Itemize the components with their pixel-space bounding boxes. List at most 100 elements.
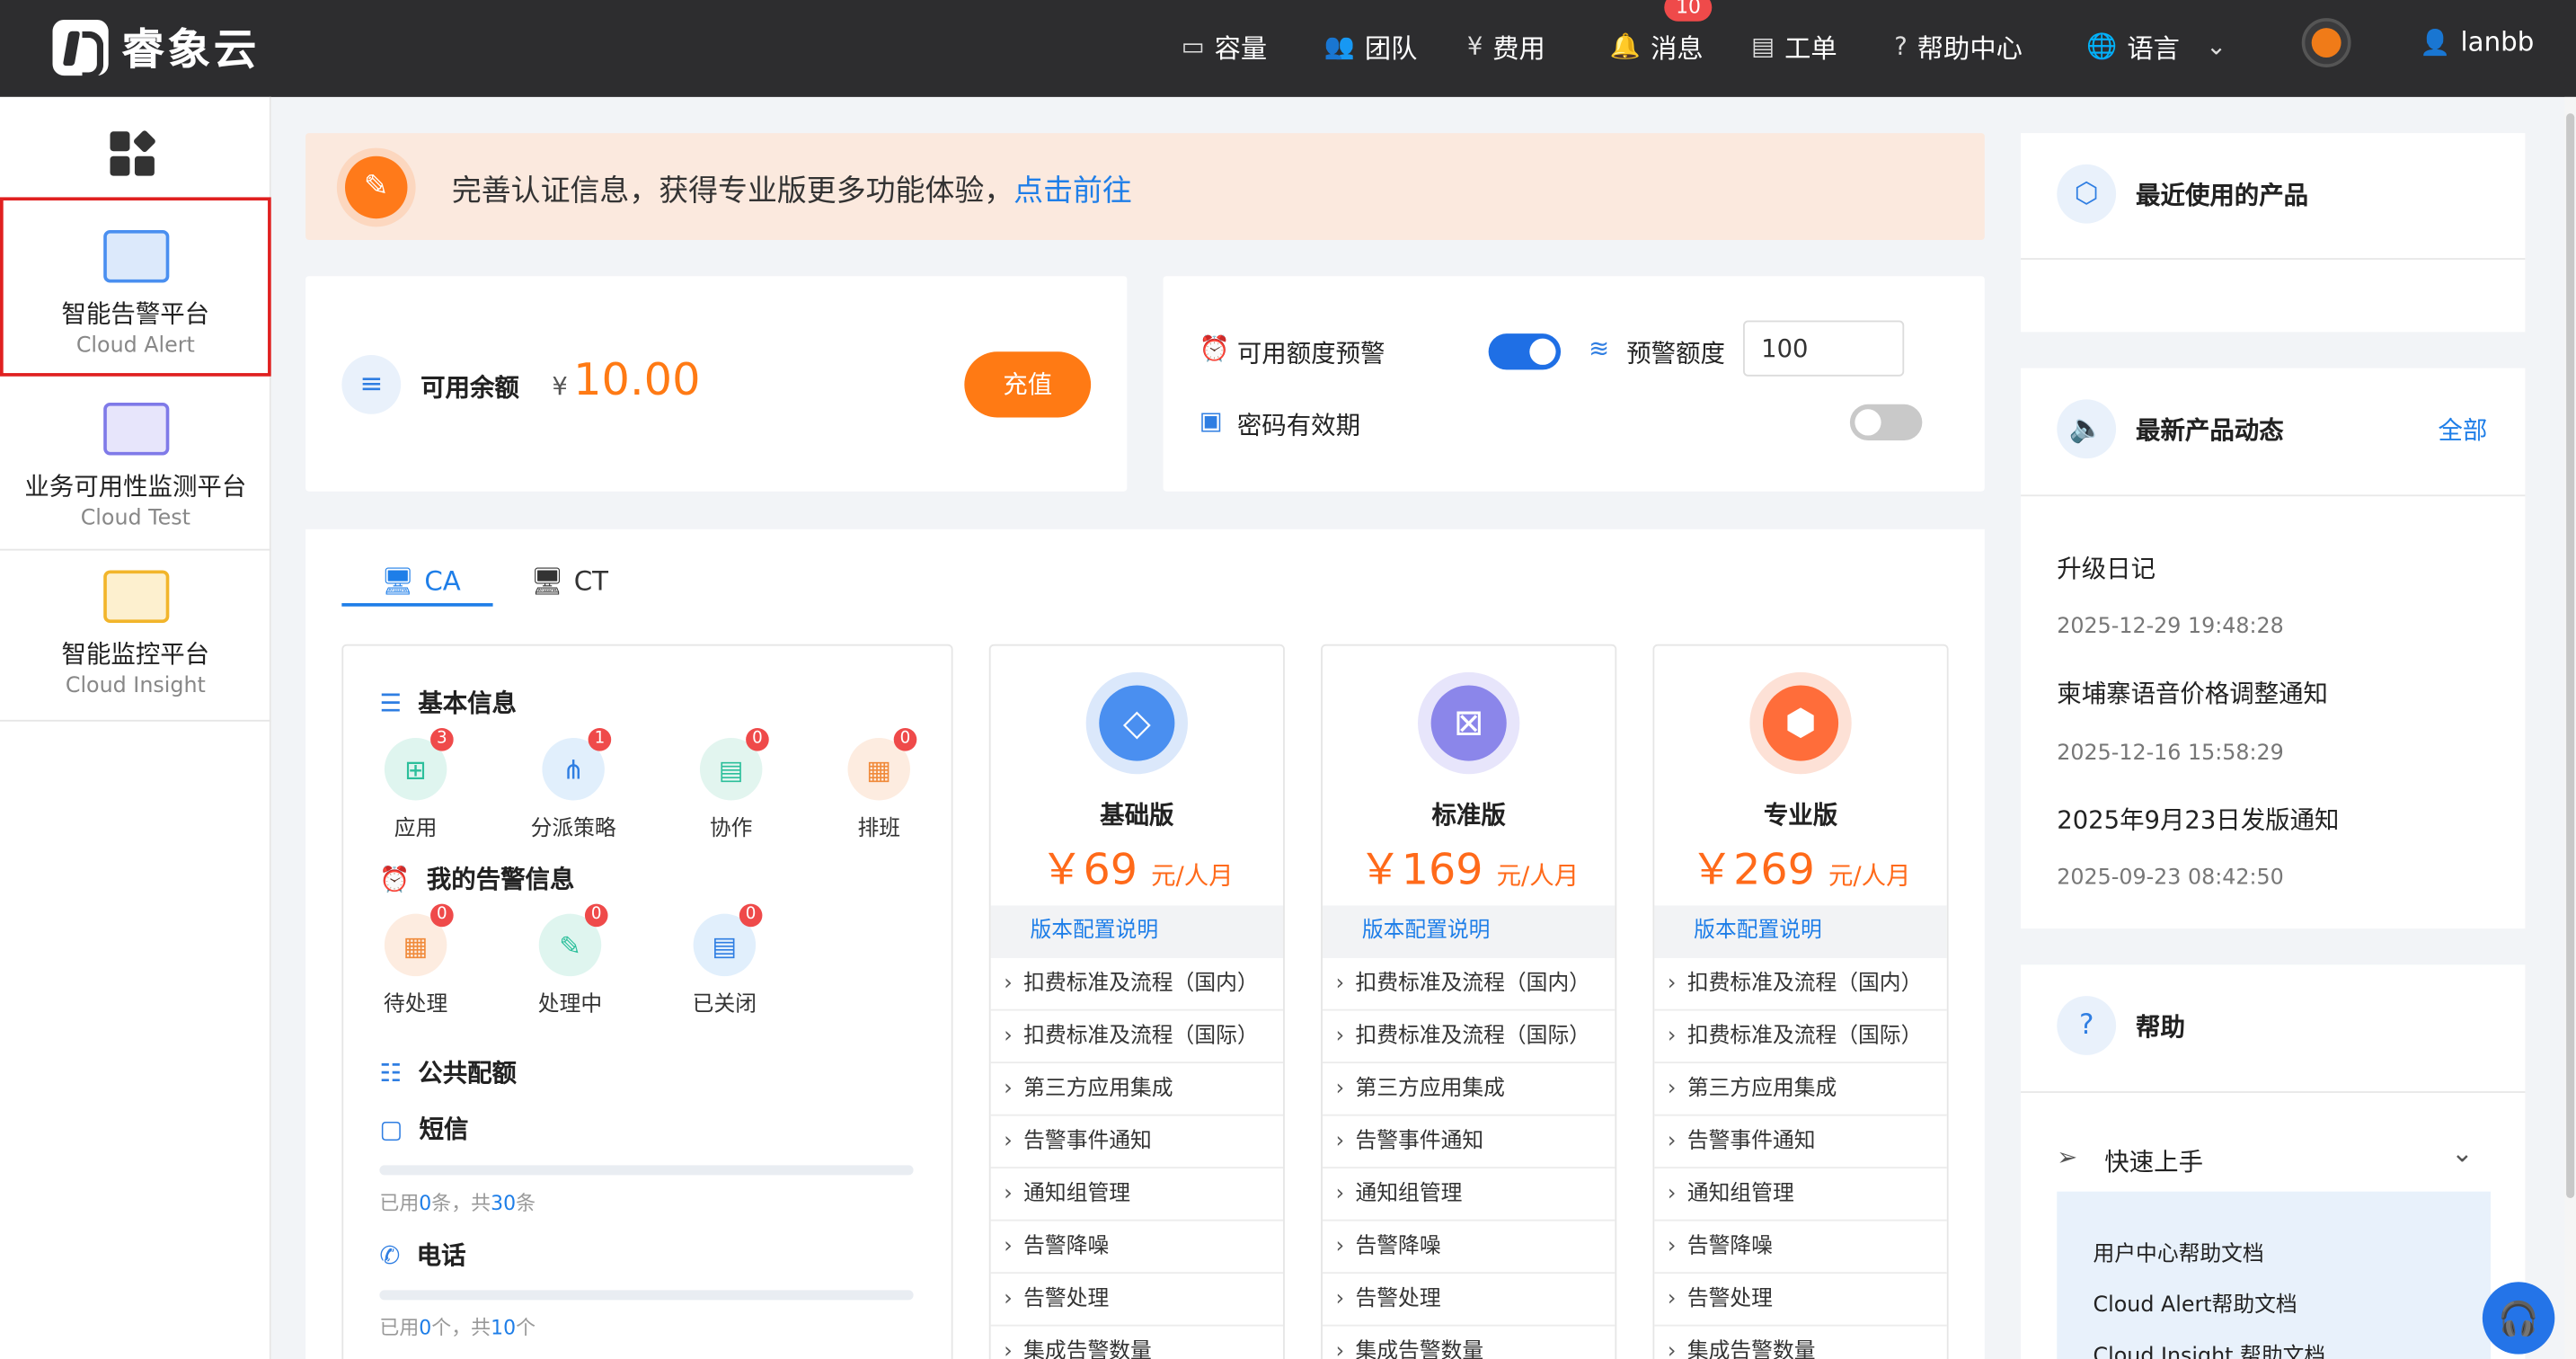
nav-messages[interactable]: 🔔 消息 bbox=[1610, 26, 1704, 66]
plan-feature-row[interactable]: › 告警事件通知 bbox=[1322, 1116, 1616, 1169]
chevron-right-icon: › bbox=[1004, 1234, 1013, 1259]
chevron-right-icon: › bbox=[1335, 1024, 1345, 1049]
alarm-icon: ⏰ bbox=[1199, 333, 1230, 364]
message-count-badge: 10 bbox=[1664, 0, 1713, 22]
nav-billing[interactable]: ¥ 费用 bbox=[1467, 26, 1545, 66]
plan-feature-row[interactable]: › 集成告警数量 bbox=[1323, 1327, 1615, 1359]
quick-item-label: 协作 bbox=[709, 816, 753, 842]
cube-icon: ⬡ bbox=[2057, 164, 2117, 224]
processing-icon: ✎ 0 bbox=[538, 903, 608, 977]
plan-feature-label: 告警降噪 bbox=[1686, 1234, 1773, 1259]
quick-item-closed[interactable]: ▤ 0 已关闭 bbox=[659, 903, 790, 1017]
apps-grid-icon[interactable] bbox=[110, 129, 157, 177]
plan-name: 标准版 bbox=[1431, 800, 1506, 830]
nav-team[interactable]: 👥 团队 bbox=[1324, 26, 1418, 66]
plan-feature-row[interactable]: › 通知组管理 bbox=[1322, 1168, 1616, 1221]
plan-feature-row[interactable]: › 告警事件通知 bbox=[1654, 1116, 1947, 1169]
sidebar-item-sublabel: Cloud Insight bbox=[65, 673, 206, 699]
plan-feature-row[interactable]: › 告警降噪 bbox=[990, 1221, 1284, 1275]
user-menu[interactable]: 👤 lanbb bbox=[2420, 26, 2534, 58]
headset-icon: 🎧 bbox=[2498, 1298, 2539, 1338]
sidebar-item-cloud-insight[interactable]: 智能监控平台 Cloud Insight bbox=[0, 551, 271, 722]
help-links-box: 用户中心帮助文档 Cloud Alert帮助文档 Cloud Insight 帮… bbox=[2057, 1191, 2492, 1359]
help-link[interactable]: Cloud Alert帮助文档 bbox=[2094, 1287, 2297, 1318]
plan-feature-row[interactable]: › 集成告警数量 bbox=[1654, 1327, 1946, 1359]
quick-item-processing[interactable]: ✎ 0 处理中 bbox=[504, 903, 635, 1017]
scrollbar[interactable] bbox=[2564, 96, 2576, 1359]
plan-config-link[interactable]: 版本配置说明 bbox=[1322, 905, 1616, 959]
plan-feature-row[interactable]: › 扣费标准及流程（国内） bbox=[1322, 958, 1616, 1011]
plan-feature-row[interactable]: › 通知组管理 bbox=[990, 1168, 1284, 1221]
plan-feature-row[interactable]: › 扣费标准及流程（国际） bbox=[990, 1011, 1284, 1064]
plan-feature-label: 扣费标准及流程（国内） bbox=[1686, 971, 1923, 997]
plan-feature-label: 告警降噪 bbox=[1355, 1234, 1441, 1259]
nav-help-center[interactable]: ? 帮助中心 bbox=[1894, 26, 2023, 66]
plan-pro-icon: ⬢ bbox=[1749, 671, 1852, 775]
plan-config-link[interactable]: 版本配置说明 bbox=[1654, 905, 1947, 959]
threshold-input[interactable]: 100 bbox=[1743, 320, 1905, 377]
nav-language[interactable]: 🌐 语言 ⌄ bbox=[2086, 26, 2226, 66]
sidebar-item-label: 业务可用性监测平台 bbox=[24, 471, 247, 502]
tab-ct-label: CT bbox=[573, 565, 609, 597]
quick-item-dispatch[interactable]: ⋔ 1 分派策略 bbox=[508, 728, 639, 841]
sidebar-item-cloud-alert[interactable]: 智能告警平台 Cloud Alert bbox=[0, 197, 271, 377]
plan-feature-label: 集成告警数量 bbox=[1686, 1339, 1816, 1359]
plan-config-link[interactable]: 版本配置说明 bbox=[990, 905, 1284, 959]
quick-item-apps[interactable]: ⊞ 3 应用 bbox=[350, 728, 481, 841]
brand-logo[interactable]: 睿象云 bbox=[52, 16, 260, 78]
plan-feature-row[interactable]: › 告警处理 bbox=[990, 1274, 1284, 1327]
plan-feature-row[interactable]: › 第三方应用集成 bbox=[990, 1063, 1284, 1116]
quota-alert-toggle[interactable] bbox=[1488, 333, 1562, 370]
tab-ct[interactable]: 🖥 CT bbox=[531, 565, 608, 597]
news-item-title[interactable]: 柬埔寨语音价格调整通知 bbox=[2057, 676, 2328, 710]
sidebar-item-cloud-test[interactable]: 业务可用性监测平台 Cloud Test bbox=[0, 377, 271, 551]
plan-feature-row[interactable]: › 扣费标准及流程（国内） bbox=[990, 958, 1284, 1011]
quick-item-pending[interactable]: ▦ 0 待处理 bbox=[350, 903, 481, 1017]
plan-feature-row[interactable]: › 告警处理 bbox=[1322, 1274, 1616, 1327]
plan-feature-row[interactable]: › 第三方应用集成 bbox=[1322, 1063, 1616, 1116]
quick-item-collaboration[interactable]: ▤ 0 协作 bbox=[666, 728, 797, 842]
news-all-link[interactable]: 全部 bbox=[2438, 413, 2487, 447]
help-link[interactable]: 用户中心帮助文档 bbox=[2094, 1236, 2264, 1266]
ticket-icon: ▤ bbox=[1751, 31, 1775, 61]
nav-tickets[interactable]: ▤ 工单 bbox=[1751, 26, 1837, 66]
sms-used: 0 bbox=[419, 1191, 432, 1215]
news-item-title[interactable]: 2025年9月23日发版通知 bbox=[2057, 802, 2339, 836]
plan-feature-label: 集成告警数量 bbox=[1355, 1339, 1484, 1359]
chevron-right-icon: › bbox=[1004, 1286, 1013, 1312]
avatar[interactable] bbox=[2301, 18, 2351, 67]
plan-feature-row[interactable]: › 告警降噪 bbox=[1654, 1221, 1947, 1275]
plan-feature-row[interactable]: › 扣费标准及流程（国际） bbox=[1322, 1011, 1616, 1064]
banner-link[interactable]: 点击前往 bbox=[1014, 174, 1132, 209]
news-item-date: 2025-12-16 15:58:29 bbox=[2057, 741, 2284, 767]
username: lanbb bbox=[2460, 26, 2535, 58]
scrollbar-thumb[interactable] bbox=[2566, 113, 2575, 1198]
tab-ca[interactable]: 🖥 CA bbox=[381, 565, 461, 597]
product-panel: 🖥 CA 🖥 CT ☰ 基本信息 ⊞3 应用 ⋔1 分派策略 ▤0 协作 bbox=[305, 528, 1985, 1359]
news-item-title[interactable]: 升级日记 bbox=[2057, 551, 2156, 585]
nav-capacity[interactable]: ▭ 容量 bbox=[1182, 26, 1267, 66]
plan-feature-row[interactable]: › 告警处理 bbox=[1654, 1274, 1947, 1327]
verification-banner: ✎ 完善认证信息，获得专业版更多功能体验，点击前往 bbox=[305, 133, 1985, 240]
quick-item-schedule[interactable]: ▦ 0 排班 bbox=[813, 728, 944, 841]
phone-title: ✆ 电话 bbox=[379, 1238, 465, 1272]
plan-price: ￥269 元/人月 bbox=[1654, 837, 1946, 898]
chevron-down-icon[interactable]: ⌄ bbox=[2451, 1137, 2474, 1168]
password-expiry-toggle[interactable] bbox=[1849, 404, 1923, 441]
nav-capacity-label: 容量 bbox=[1214, 32, 1268, 65]
plan-feature-row[interactable]: › 扣费标准及流程（国际） bbox=[1654, 1011, 1947, 1064]
recharge-button[interactable]: 充值 bbox=[964, 351, 1092, 418]
plan-feature-row[interactable]: › 告警降噪 bbox=[1322, 1221, 1616, 1275]
plan-feature-row[interactable]: › 扣费标准及流程（国内） bbox=[1654, 958, 1947, 1011]
divider bbox=[2021, 1091, 2526, 1093]
sms-label: 短信 bbox=[419, 1114, 469, 1144]
customer-service-button[interactable]: 🎧 bbox=[2482, 1282, 2555, 1355]
news-card: 🔈 最新产品动态 全部 升级日记 2025-12-29 19:48:28 柬埔寨… bbox=[2021, 368, 2526, 929]
plan-feature-row[interactable]: › 第三方应用集成 bbox=[1654, 1063, 1947, 1116]
plan-feature-row[interactable]: › 通知组管理 bbox=[1654, 1168, 1947, 1221]
quick-start-label[interactable]: 快速上手 bbox=[2104, 1144, 2203, 1178]
help-link[interactable]: Cloud Insight 帮助文档 bbox=[2094, 1337, 2326, 1359]
plan-feature-row[interactable]: › 集成告警数量 bbox=[991, 1327, 1283, 1359]
page-root: 睿象云 ▭ 容量 👥 团队 ¥ 费用 🔔 消息 10 ▤ 工单 ? 帮助中心 🌐 bbox=[0, 0, 2576, 1359]
plan-feature-row[interactable]: › 告警事件通知 bbox=[990, 1116, 1284, 1169]
